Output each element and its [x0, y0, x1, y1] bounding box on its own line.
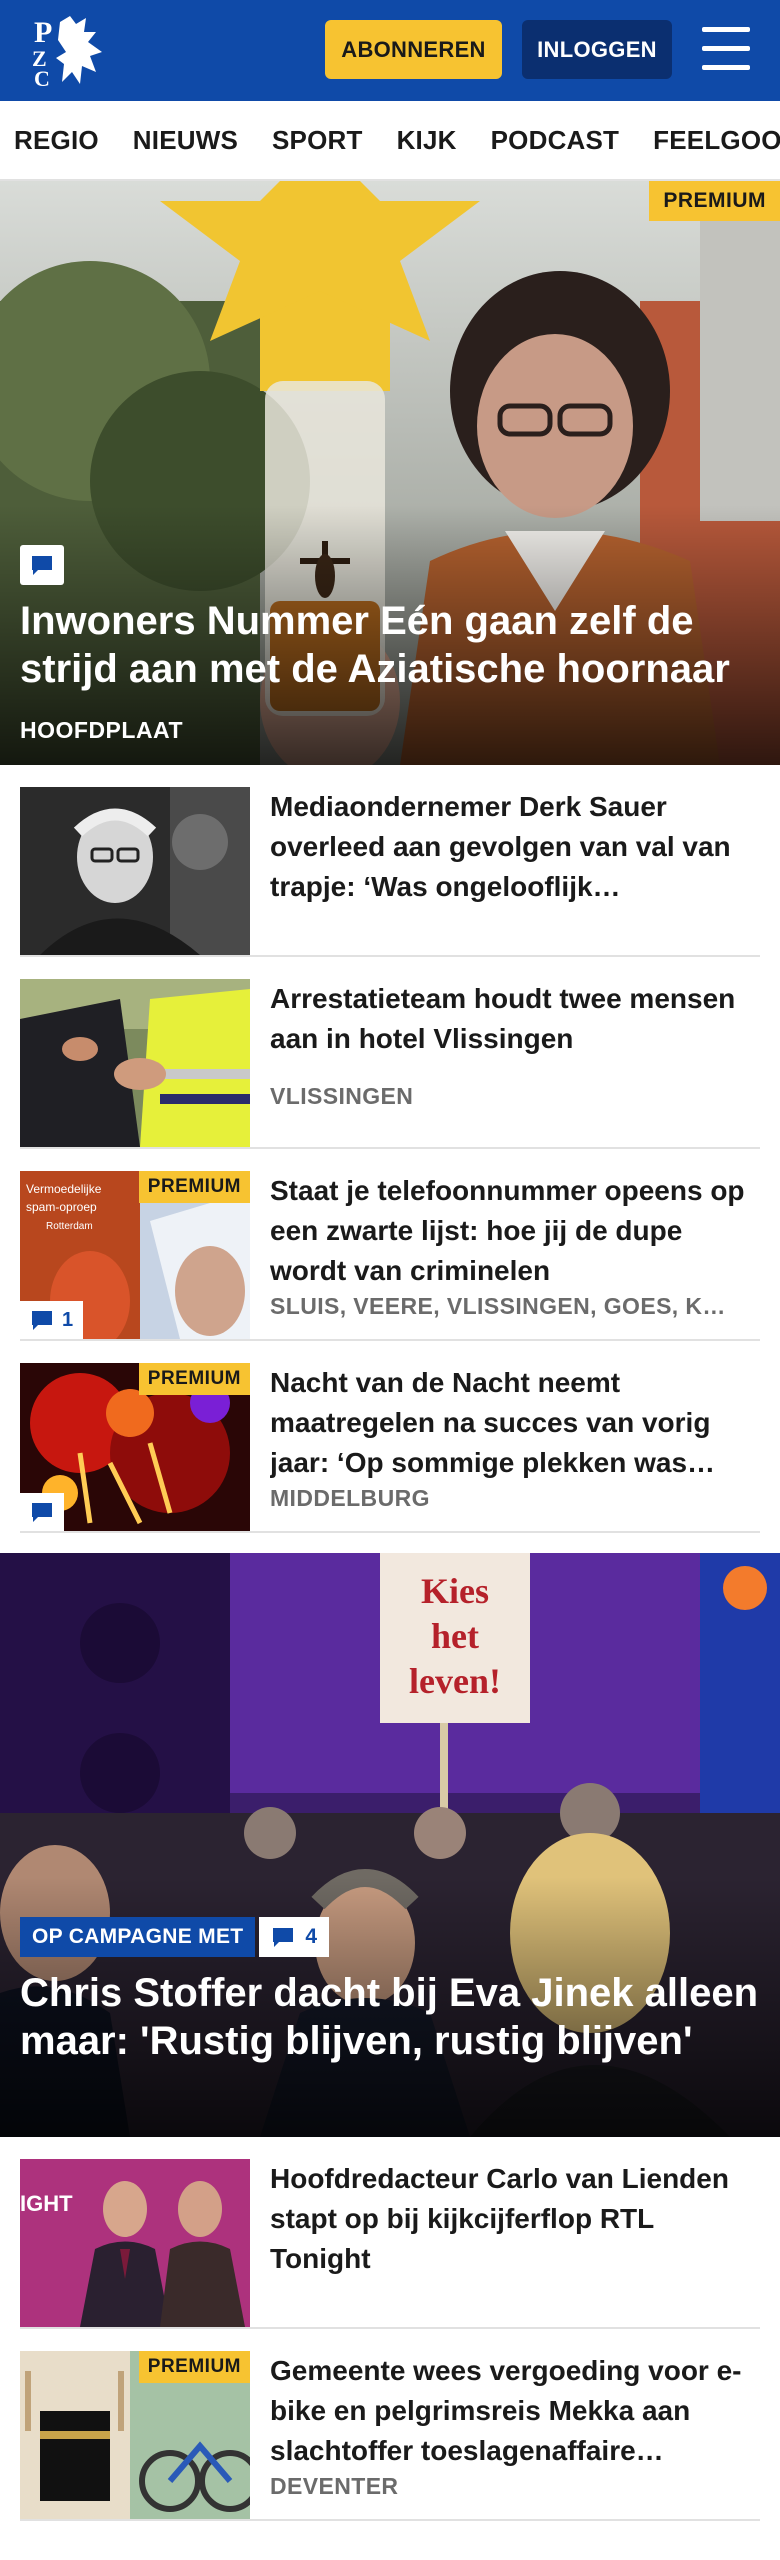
article-headline[interactable]: Staat je telefoonnummer opeens op een zw… — [270, 1171, 760, 1291]
article-location: SLUIS, VEERE, VLISSINGEN, GOES, K… — [270, 1293, 726, 1319]
article-headline[interactable]: Nacht van de Nacht neemt maatregelen na … — [270, 1363, 760, 1483]
thumb-caption-1: Vermoedelijke — [26, 1182, 102, 1196]
article-thumbnail: Vermoedelijke spam-oproep Rotterdam PREM… — [20, 1171, 250, 1339]
pzc-logo[interactable]: P Z C — [30, 12, 110, 91]
protest-sign-line-2: het — [431, 1616, 479, 1656]
article-thumbnail: PREMIUM — [20, 1363, 250, 1531]
nav-item-nieuws[interactable]: NIEUWS — [133, 125, 238, 156]
premium-badge: PREMIUM — [138, 1363, 250, 1395]
campaign-badge[interactable]: OP CAMPAGNE MET — [20, 1917, 256, 1957]
article-headline[interactable]: Mediaondernemer Derk Sauer overleed aan … — [270, 787, 760, 907]
hamburger-menu-icon[interactable] — [700, 25, 752, 73]
nav-item-regio[interactable]: REGIO — [14, 125, 99, 156]
thumb-logo-text: IGHT — [20, 2191, 73, 2216]
article-thumbnail — [20, 787, 250, 955]
thumb-caption-3: Rotterdam — [46, 1221, 93, 1232]
thumb-caption-2: spam-oproep — [26, 1200, 97, 1214]
article-location: DEVENTER — [270, 2473, 399, 2499]
nav-item-podcast[interactable]: PODCAST — [491, 125, 620, 156]
article-thumbnail: IGHT — [20, 2159, 250, 2327]
list-item[interactable]: PREMIUM Gemeente wees vergoeding voor e-… — [20, 2329, 760, 2521]
login-button[interactable]: INLOGGEN — [522, 20, 672, 79]
comment-count-badge — [20, 1493, 64, 1531]
comment-count-badge: 1 — [20, 1301, 84, 1339]
article-location: VLISSINGEN — [270, 1083, 414, 1109]
premium-badge: PREMIUM — [649, 181, 780, 221]
comment-icon — [273, 1928, 294, 1947]
list-item[interactable]: Arrestatieteam houdt twee mensen aan in … — [20, 957, 760, 1149]
badge-row: OP CAMPAGNE MET 4 — [20, 1917, 330, 1957]
comment-count: 4 — [305, 1925, 318, 1948]
article-location: MIDDELBURG — [270, 1485, 430, 1511]
comment-count: 1 — [62, 1308, 74, 1331]
article-thumbnail — [20, 979, 250, 1147]
hero-headline[interactable]: Chris Stoffer dacht bij Eva Jinek alleen… — [20, 1969, 760, 2065]
protest-sign-line-1: Kies — [421, 1571, 489, 1611]
premium-badge: PREMIUM — [138, 1171, 250, 1203]
article-thumbnail: PREMIUM — [20, 2351, 250, 2519]
hero-location: HOOFDPLAAT — [20, 717, 184, 743]
svg-text:P: P — [34, 16, 52, 49]
comment-icon — [32, 1311, 52, 1330]
list-item[interactable]: IGHT Hoofdredacteur Carlo van Lienden st… — [20, 2137, 760, 2329]
comment-icon — [20, 545, 64, 585]
list-item[interactable]: Vermoedelijke spam-oproep Rotterdam PREM… — [20, 1149, 760, 1341]
protest-sign-line-3: leven! — [409, 1661, 501, 1701]
hero-headline[interactable]: Inwoners Nummer Eén gaan zelf de strijd … — [20, 597, 760, 693]
nav-item-feelgood[interactable]: FEELGOOD — [653, 125, 780, 156]
article-headline[interactable]: Gemeente wees vergoeding voor e-bike en … — [270, 2351, 760, 2471]
list-item[interactable]: Mediaondernemer Derk Sauer overleed aan … — [20, 765, 760, 957]
svg-text:C: C — [34, 66, 50, 88]
article-headline[interactable]: Arrestatieteam houdt twee mensen aan in … — [270, 979, 760, 1059]
comment-count-badge: 4 — [259, 1917, 330, 1957]
site-header: P Z C ABONNEREN INLOGGEN — [0, 0, 780, 101]
hero-article[interactable]: PREMIUM Inwoners Nummer Eén gaan zelf de… — [0, 181, 780, 765]
nav-item-kijk[interactable]: KIJK — [397, 125, 457, 156]
premium-badge: PREMIUM — [138, 2351, 250, 2383]
comment-icon — [32, 1503, 52, 1522]
category-nav: REGIO NIEUWS SPORT KIJK PODCAST FEELGOOD… — [0, 101, 780, 181]
nav-item-sport[interactable]: SPORT — [272, 125, 363, 156]
hero-article-2[interactable]: Kies het leven! OP CAMPAGNE MET 4 Chris … — [0, 1553, 780, 2137]
subscribe-button[interactable]: ABONNEREN — [325, 20, 502, 79]
article-headline[interactable]: Hoofdredacteur Carlo van Lienden stapt o… — [270, 2159, 760, 2279]
list-item[interactable]: PREMIUM Nacht van de Nacht neemt maatreg… — [20, 1341, 760, 1533]
